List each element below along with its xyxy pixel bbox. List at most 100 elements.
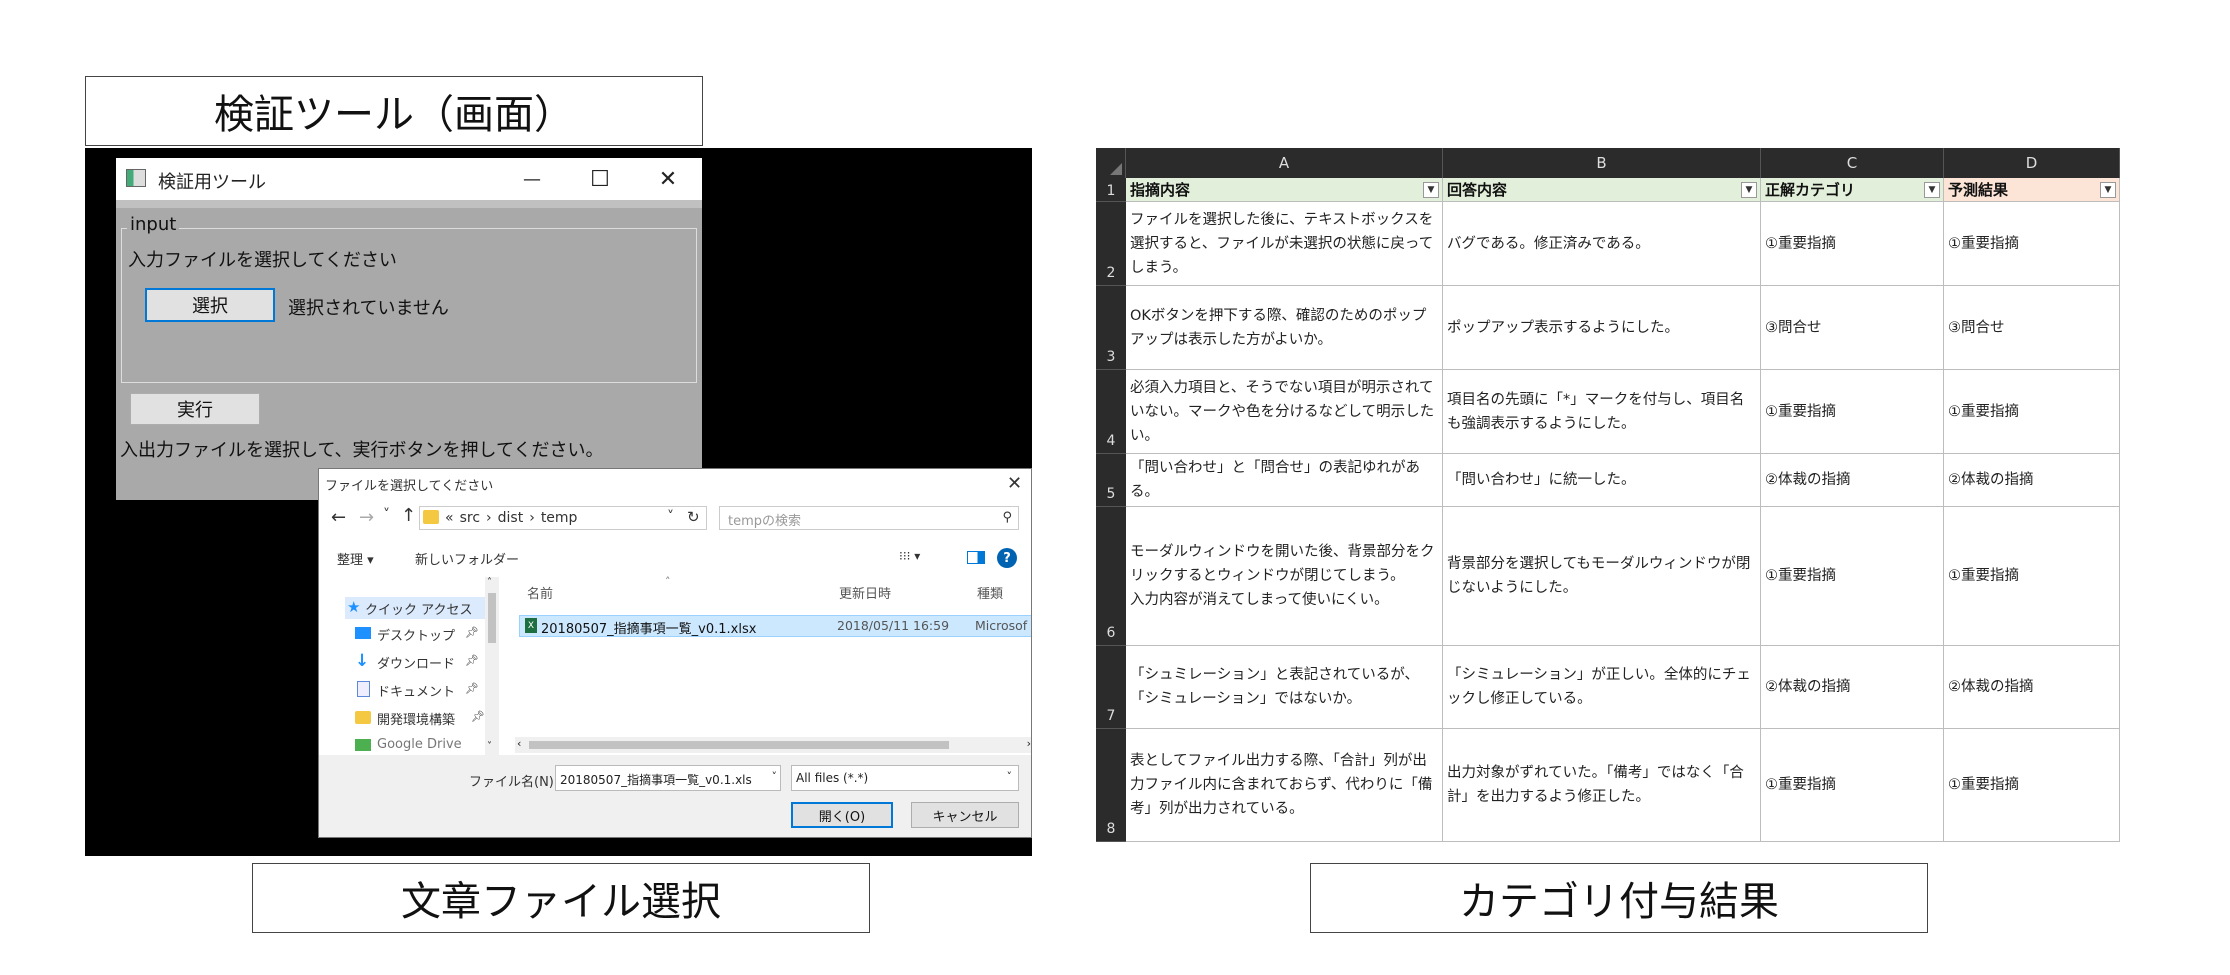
correct-category-cell[interactable]: ①重要指摘 xyxy=(1761,370,1944,454)
dialog-close-icon[interactable]: ✕ xyxy=(1007,473,1022,494)
header-cell-answer[interactable]: 回答内容 ▼ xyxy=(1443,178,1761,202)
filename-input[interactable]: 20180507_指摘事項一覧_v0.1.xls ˅ xyxy=(555,765,781,791)
breadcrumb-overflow[interactable]: « xyxy=(445,510,454,526)
issue-cell[interactable]: モーダルウィンドウを開いた後、背景部分をクリックするとウィンドウが閉じてしまう。… xyxy=(1126,507,1443,646)
back-icon[interactable]: ← xyxy=(331,507,346,528)
prediction-cell[interactable]: ①重要指摘 xyxy=(1944,370,2120,454)
issue-cell[interactable]: 必須入力項目と、そうでない項目が明示されていない。マークや色を分けるなどして明示… xyxy=(1126,370,1443,454)
up-icon[interactable]: ↑ xyxy=(401,505,416,526)
filetype-filter-select[interactable]: All files (*.*) ˅ xyxy=(791,765,1019,791)
pin-icon: 📌︎ xyxy=(465,682,479,695)
minimize-button[interactable]: — xyxy=(498,158,566,200)
address-dropdown-icon[interactable]: ˅ xyxy=(667,509,674,525)
chevron-down-icon[interactable]: ˅ xyxy=(772,770,778,783)
column-modified-header[interactable]: 更新日時 xyxy=(839,583,891,602)
issue-cell[interactable]: ファイルを選択した後に、テキストボックスを選択すると、ファイルが未選択の状態に戻… xyxy=(1126,202,1443,286)
filter-dropdown-icon[interactable]: ▼ xyxy=(1924,182,1940,198)
breadcrumb-src[interactable]: src xyxy=(460,510,480,526)
sidebar-item-desktop[interactable]: デスクトップ xyxy=(377,625,455,644)
cancel-button[interactable]: キャンセル xyxy=(911,802,1019,828)
prediction-cell[interactable]: ①重要指摘 xyxy=(1944,202,2120,286)
sidebar-item-documents[interactable]: ドキュメント xyxy=(377,681,455,700)
row-number[interactable]: 6 xyxy=(1096,507,1126,646)
issue-cell[interactable]: 「シュミレーション」と表記されているが、「シミュレーション」ではないか。 xyxy=(1126,646,1443,729)
organize-menu[interactable]: 整理 ▾ xyxy=(337,549,374,568)
filelist-hscrollbar[interactable]: ‹ › xyxy=(515,737,1031,753)
header-cell-prediction[interactable]: 予測結果 ▼ xyxy=(1944,178,2120,202)
row-number[interactable]: 1 xyxy=(1096,178,1126,202)
sidebar-item-dev-env[interactable]: 開発環境構築 xyxy=(377,709,455,728)
prediction-cell[interactable]: ②体裁の指摘 xyxy=(1944,646,2120,729)
column-type-header[interactable]: 種類 xyxy=(977,583,1003,602)
answer-cell[interactable]: 出力対象がずれていた。「備考」ではなく「合計」を出力するよう修正した。 xyxy=(1443,729,1761,842)
scroll-up-icon: ˄ xyxy=(487,577,492,588)
row-number[interactable]: 7 xyxy=(1096,646,1126,729)
close-button[interactable]: ✕ xyxy=(634,158,702,200)
prediction-cell[interactable]: ①重要指摘 xyxy=(1944,507,2120,646)
view-menu-icon[interactable]: ⁝⁝⁝ ▾ xyxy=(899,549,920,563)
correct-category-cell[interactable]: ②体裁の指摘 xyxy=(1761,646,1944,729)
correct-category-cell[interactable]: ③問合せ xyxy=(1761,286,1944,370)
pin-icon: 📌︎ xyxy=(465,654,479,667)
cell-text: ②体裁の指摘 xyxy=(1948,679,2034,695)
correct-category-cell[interactable]: ②体裁の指摘 xyxy=(1761,454,1944,507)
answer-cell[interactable]: ポップアップ表示するようにした。 xyxy=(1443,286,1761,370)
forward-icon[interactable]: → xyxy=(359,507,374,528)
column-letter-c[interactable]: C xyxy=(1761,148,1944,178)
help-icon[interactable]: ? xyxy=(997,548,1017,568)
issue-cell[interactable]: 「問い合わせ」と「問合せ」の表記ゆれがある。 xyxy=(1126,454,1443,507)
hscroll-thumb[interactable] xyxy=(529,741,949,749)
header-cell-issue[interactable]: 指摘内容 ▼ xyxy=(1126,178,1443,202)
sidebar-scrollbar[interactable]: ˄ ˅ xyxy=(485,577,499,757)
sidebar-scroll-thumb[interactable] xyxy=(488,593,496,643)
answer-cell[interactable]: 背景部分を選択してもモーダルウィンドウが閉じないようにした。 xyxy=(1443,507,1761,646)
correct-category-cell[interactable]: ①重要指摘 xyxy=(1761,202,1944,286)
prediction-cell[interactable]: ③問合せ xyxy=(1944,286,2120,370)
row-number[interactable]: 2 xyxy=(1096,202,1126,286)
correct-category-cell[interactable]: ①重要指摘 xyxy=(1761,507,1944,646)
row-number[interactable]: 3 xyxy=(1096,286,1126,370)
column-letter-b[interactable]: B xyxy=(1443,148,1761,178)
row-number[interactable]: 4 xyxy=(1096,370,1126,454)
filter-dropdown-icon[interactable]: ▼ xyxy=(1741,182,1757,198)
select-button[interactable]: 選択 xyxy=(145,288,275,322)
prediction-cell[interactable]: ①重要指摘 xyxy=(1944,729,2120,842)
select-all-corner[interactable] xyxy=(1096,148,1126,178)
chevron-down-icon[interactable]: ˅ xyxy=(1007,770,1013,783)
answer-cell[interactable]: 項目名の先頭に「*」マークを付与し、項目名も強調表示するようにした。 xyxy=(1443,370,1761,454)
row-number[interactable]: 8 xyxy=(1096,729,1126,842)
filter-dropdown-icon[interactable]: ▼ xyxy=(1423,182,1439,198)
caption-file-select: 文章ファイル選択 xyxy=(252,863,870,933)
column-letter-a[interactable]: A xyxy=(1126,148,1443,178)
sidebar-item-google-drive[interactable]: Google Drive xyxy=(377,737,462,752)
refresh-icon[interactable]: ↻ xyxy=(687,508,700,526)
issue-cell[interactable]: 表としてファイル出力する際、「合計」列が出力ファイル内に含まれておらず、代わりに… xyxy=(1126,729,1443,842)
prediction-cell[interactable]: ②体裁の指摘 xyxy=(1944,454,2120,507)
open-button[interactable]: 開く(O) xyxy=(791,802,893,828)
correct-category-cell[interactable]: ①重要指摘 xyxy=(1761,729,1944,842)
answer-cell[interactable]: 「シミュレーション」が正しい。全体的にチェックし修正している。 xyxy=(1443,646,1761,729)
column-letter-d[interactable]: D xyxy=(1944,148,2120,178)
header-label: 予測結果 xyxy=(1948,181,2009,199)
sidebar-item-downloads[interactable]: ダウンロード xyxy=(377,653,455,672)
selection-status: 選択されていません xyxy=(288,298,449,319)
issue-cell[interactable]: OKボタンを押下する際、確認のためのポップアップは表示した方がよいか。 xyxy=(1126,286,1443,370)
breadcrumb-dist[interactable]: dist xyxy=(498,510,524,526)
answer-cell[interactable]: 「問い合わせ」に統一した。 xyxy=(1443,454,1761,507)
row-number[interactable]: 5 xyxy=(1096,454,1126,507)
cell-text: 背景部分を選択してもモーダルウィンドウが閉じないようにした。 xyxy=(1447,556,1751,596)
run-button[interactable]: 実行 xyxy=(130,393,260,425)
filename-value: 20180507_指摘事項一覧_v0.1.xls xyxy=(560,773,752,787)
header-cell-correct-category[interactable]: 正解カテゴリ ▼ xyxy=(1761,178,1944,202)
breadcrumb-temp[interactable]: temp xyxy=(541,510,578,526)
filter-dropdown-icon[interactable]: ▼ xyxy=(2100,182,2116,198)
answer-cell[interactable]: バグである。修正済みである。 xyxy=(1443,202,1761,286)
caption-tool-screen: 検証ツール（画面） xyxy=(85,76,703,146)
recent-dropdown-icon[interactable]: ˅ xyxy=(383,507,390,523)
search-input[interactable]: tempの検索 ⚲ xyxy=(719,506,1019,530)
column-name-header[interactable]: 名前 xyxy=(527,583,553,602)
preview-pane-icon[interactable] xyxy=(967,551,985,564)
new-folder-button[interactable]: 新しいフォルダー xyxy=(415,549,519,568)
tool-window: 検証用ツール — ☐ ✕ input 入力ファイルを選択してください 選択 選択… xyxy=(116,158,702,500)
maximize-button[interactable]: ☐ xyxy=(566,158,634,200)
